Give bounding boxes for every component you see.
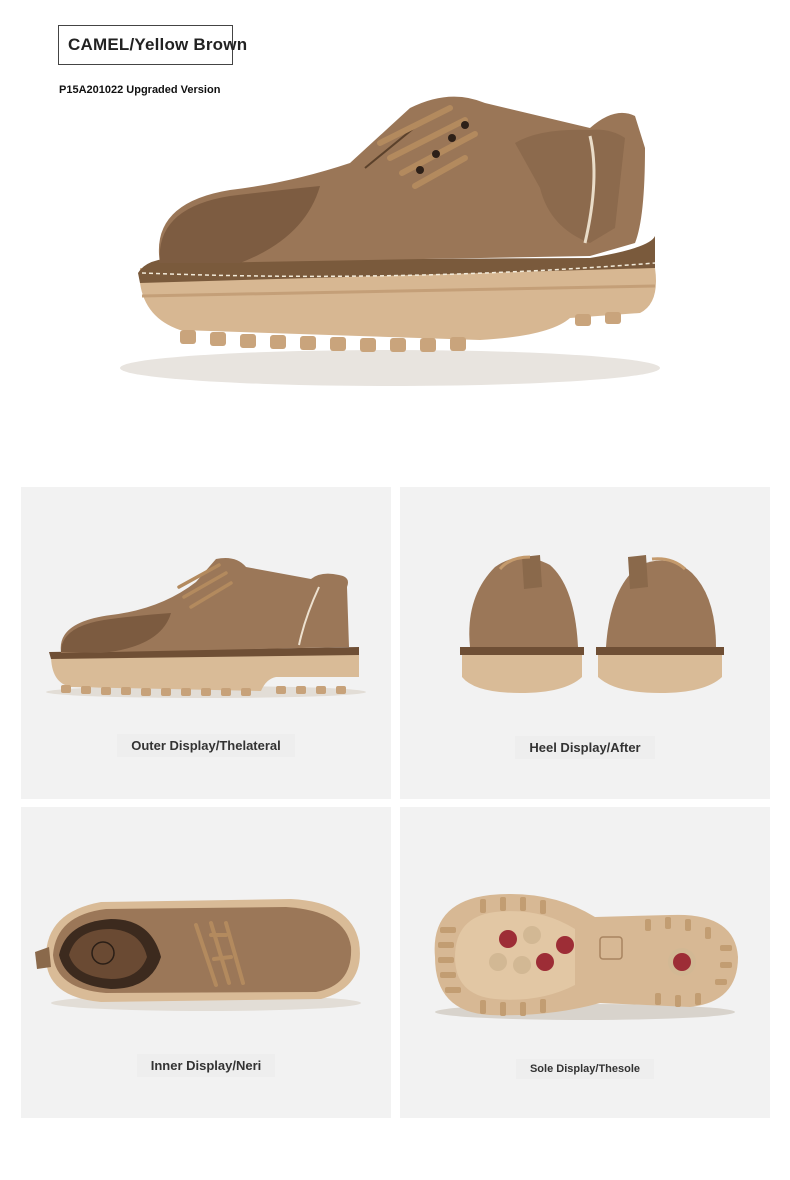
hero-shoe-image	[120, 96, 660, 386]
caption-sole-display-text: Sole Display/Thesole	[515, 1059, 655, 1079]
left-heel-shoe	[460, 555, 584, 693]
panel-sole-display: Sole Display/Thesole	[400, 807, 770, 1118]
caption-inner-display: Inner Display/Neri	[21, 1054, 391, 1077]
caption-heel-display: Heel Display/After	[400, 736, 770, 759]
color-title-box: CAMEL/Yellow Brown	[58, 25, 247, 65]
panel-heel-display: Heel Display/After	[400, 487, 770, 799]
panel-inner-display: Inner Display/Neri	[21, 807, 391, 1118]
caption-sole-display: Sole Display/Thesole	[400, 1059, 770, 1079]
caption-heel-display-text: Heel Display/After	[515, 736, 655, 759]
panel-outer-display: Outer Display/Thelateral	[21, 487, 391, 799]
caption-outer-display: Outer Display/Thelateral	[21, 734, 391, 757]
right-heel-shoe	[596, 555, 724, 693]
caption-outer-display-text: Outer Display/Thelateral	[117, 734, 295, 757]
caption-inner-display-text: Inner Display/Neri	[136, 1054, 276, 1077]
color-title: CAMEL/Yellow Brown	[68, 35, 248, 54]
